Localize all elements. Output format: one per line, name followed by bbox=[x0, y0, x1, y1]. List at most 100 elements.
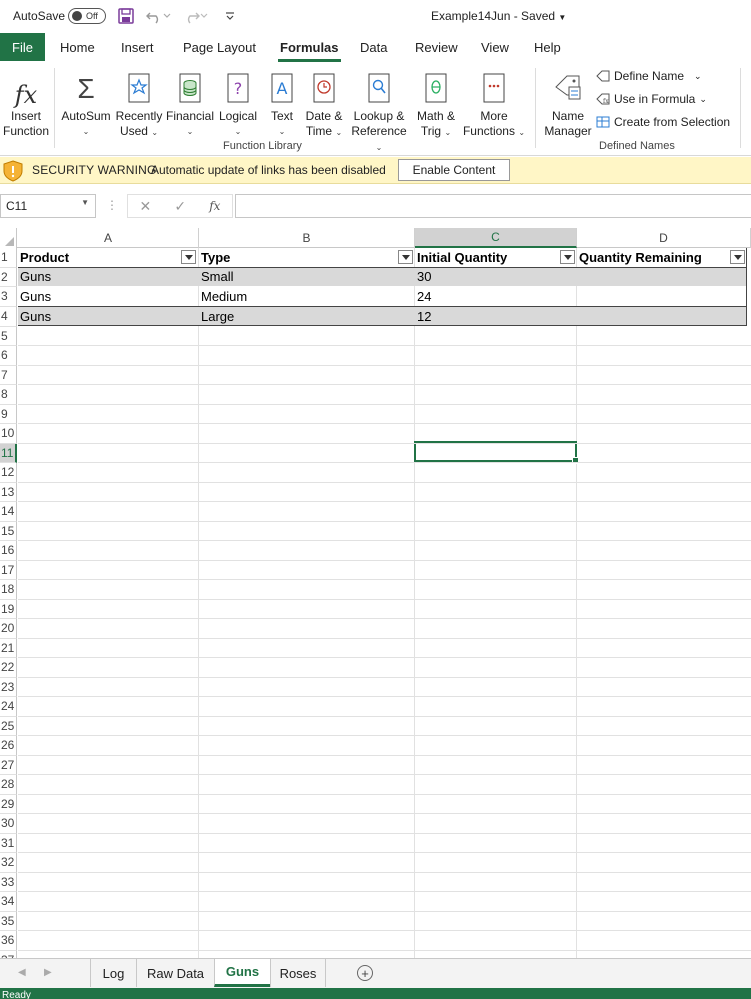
use-in-formula-button[interactable]: fx Use in Formula ⌄ bbox=[596, 92, 707, 106]
row-header[interactable]: 30 bbox=[0, 814, 17, 834]
row-header[interactable]: 36 bbox=[0, 931, 17, 951]
row-header[interactable]: 6 bbox=[0, 346, 17, 366]
name-box[interactable]: C11 ▼ bbox=[0, 194, 96, 218]
text-button[interactable]: A Text ⌄ bbox=[264, 67, 300, 139]
row-header[interactable]: 23 bbox=[0, 677, 17, 697]
math-trig-button[interactable]: Math & Trig ⌄ bbox=[414, 67, 458, 140]
row-header[interactable]: 10 bbox=[0, 424, 17, 444]
row-header[interactable]: 2 bbox=[0, 267, 17, 287]
row-header[interactable]: 29 bbox=[0, 794, 17, 814]
table-header-product[interactable]: Product bbox=[18, 248, 180, 267]
recently-used-button[interactable]: Recently Used ⌄ bbox=[114, 67, 164, 140]
tab-formulas[interactable]: Formulas bbox=[278, 40, 341, 62]
tab-view[interactable]: View bbox=[481, 40, 509, 55]
row-header[interactable]: 34 bbox=[0, 892, 17, 912]
date-time-button[interactable]: Date & Time ⌄ bbox=[302, 67, 346, 140]
row-header[interactable]: 4 bbox=[0, 306, 17, 327]
redo-icon[interactable] bbox=[181, 6, 201, 26]
enable-content-button[interactable]: Enable Content bbox=[398, 159, 510, 181]
autosum-button[interactable]: Σ AutoSum ⌄ bbox=[60, 67, 112, 139]
create-from-selection-button[interactable]: Create from Selection bbox=[596, 115, 730, 129]
drag-handle-icon[interactable]: ⋮ bbox=[106, 198, 118, 212]
row-header[interactable]: 17 bbox=[0, 560, 17, 580]
row-header[interactable]: 33 bbox=[0, 872, 17, 892]
column-header-b[interactable]: B bbox=[199, 228, 415, 248]
table-header-quantity-remaining[interactable]: Quantity Remaining bbox=[577, 248, 729, 267]
scroll-left-icon[interactable]: ◀ bbox=[18, 967, 26, 978]
column-header-d[interactable]: D bbox=[577, 228, 751, 248]
row-header[interactable]: 7 bbox=[0, 365, 17, 385]
formula-input[interactable] bbox=[235, 194, 751, 218]
insert-function-button[interactable]: fx Insert Function bbox=[2, 67, 50, 139]
table-cell[interactable] bbox=[577, 267, 747, 286]
enter-icon[interactable]: ✓ bbox=[174, 198, 186, 215]
table-cell[interactable]: 12 bbox=[415, 306, 576, 326]
add-sheet-icon[interactable]: + bbox=[357, 965, 373, 981]
row-header[interactable]: 24 bbox=[0, 697, 17, 717]
row-header[interactable]: 25 bbox=[0, 716, 17, 736]
filter-dropdown-icon[interactable] bbox=[730, 250, 745, 264]
row-header[interactable]: 9 bbox=[0, 404, 17, 424]
row-header[interactable]: 32 bbox=[0, 853, 17, 873]
cancel-icon[interactable]: ✕ bbox=[140, 198, 152, 215]
filter-dropdown-icon[interactable] bbox=[398, 250, 413, 264]
table-cell[interactable]: Guns bbox=[18, 267, 198, 286]
row-header[interactable]: 11 bbox=[0, 443, 17, 463]
tab-review[interactable]: Review bbox=[415, 40, 458, 55]
document-title[interactable]: Example14Jun - Saved ▼ bbox=[431, 9, 566, 23]
tab-help[interactable]: Help bbox=[534, 40, 561, 55]
row-header[interactable]: 19 bbox=[0, 599, 17, 619]
table-cell[interactable]: Guns bbox=[18, 306, 198, 326]
chevron-down-icon[interactable]: ▼ bbox=[81, 198, 89, 207]
sheet-tab-raw-data[interactable]: Raw Data bbox=[136, 959, 214, 987]
more-functions-button[interactable]: More Functions ⌄ bbox=[462, 67, 526, 140]
tab-page-layout[interactable]: Page Layout bbox=[183, 40, 256, 55]
filter-dropdown-icon[interactable] bbox=[181, 250, 196, 264]
filter-dropdown-icon[interactable] bbox=[560, 250, 575, 264]
row-header[interactable]: 37 bbox=[0, 950, 17, 958]
select-all-button[interactable] bbox=[0, 228, 17, 248]
sheet-tab-guns[interactable]: Guns bbox=[214, 959, 270, 987]
column-header-a[interactable]: A bbox=[18, 228, 199, 248]
row-header[interactable]: 15 bbox=[0, 521, 17, 541]
row-header[interactable]: 20 bbox=[0, 619, 17, 639]
column-header-c[interactable]: C bbox=[415, 228, 577, 248]
row-header[interactable]: 8 bbox=[0, 385, 17, 405]
table-cell[interactable]: 30 bbox=[415, 267, 576, 286]
row-header[interactable]: 26 bbox=[0, 736, 17, 756]
worksheet-grid[interactable]: A B C D Product Type Initial Quantity Qu… bbox=[0, 228, 751, 958]
table-cell[interactable]: 24 bbox=[415, 287, 576, 306]
table-cell[interactable] bbox=[577, 287, 747, 306]
save-icon[interactable] bbox=[116, 6, 136, 26]
sheet-tab-log[interactable]: Log bbox=[90, 959, 136, 987]
table-cell[interactable]: Small bbox=[199, 267, 414, 286]
table-header-initial-quantity[interactable]: Initial Quantity bbox=[415, 248, 558, 267]
table-cell[interactable]: Guns bbox=[18, 287, 198, 306]
autosave-toggle[interactable]: Off bbox=[68, 8, 106, 24]
table-cell[interactable] bbox=[577, 306, 747, 326]
row-header[interactable]: 27 bbox=[0, 755, 17, 775]
tab-data[interactable]: Data bbox=[360, 40, 387, 55]
tab-home[interactable]: Home bbox=[60, 40, 95, 55]
table-header-type[interactable]: Type bbox=[199, 248, 395, 267]
logical-button[interactable]: ? Logical ⌄ bbox=[216, 67, 260, 139]
scroll-right-icon[interactable]: ▶ bbox=[44, 967, 52, 978]
row-header[interactable]: 14 bbox=[0, 502, 17, 522]
row-header[interactable]: 21 bbox=[0, 638, 17, 658]
define-name-button[interactable]: Define Name ⌄ bbox=[596, 69, 702, 83]
row-header[interactable]: 12 bbox=[0, 463, 17, 483]
row-header[interactable]: 31 bbox=[0, 833, 17, 853]
lookup-reference-button[interactable]: Lookup & Reference ⌄ bbox=[348, 67, 410, 155]
row-header[interactable]: 13 bbox=[0, 482, 17, 502]
sheet-tab-roses[interactable]: Roses bbox=[270, 959, 326, 987]
row-header[interactable]: 28 bbox=[0, 775, 17, 795]
row-header[interactable]: 22 bbox=[0, 658, 17, 678]
table-cell[interactable]: Large bbox=[199, 306, 414, 326]
row-header[interactable]: 1 bbox=[0, 248, 17, 268]
financial-button[interactable]: Financial ⌄ bbox=[166, 67, 214, 139]
table-cell[interactable]: Medium bbox=[199, 287, 414, 306]
tab-file[interactable]: File bbox=[0, 33, 45, 61]
row-header[interactable]: 18 bbox=[0, 580, 17, 600]
redo-dropdown-icon[interactable] bbox=[199, 6, 209, 26]
customize-toolbar-icon[interactable] bbox=[220, 6, 240, 26]
